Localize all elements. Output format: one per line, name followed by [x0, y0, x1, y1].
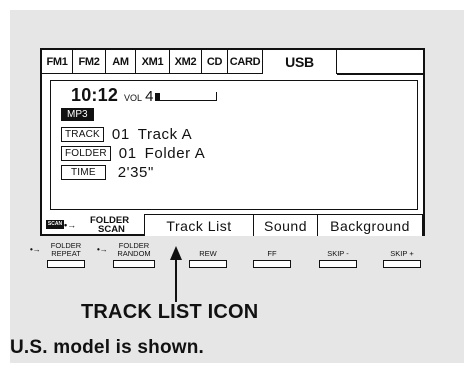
time-line: TIME 2'35": [61, 164, 154, 181]
rew-key: [189, 260, 227, 268]
clock: 10:12: [71, 85, 119, 105]
track-number: 01: [111, 126, 130, 143]
tab-xm2[interactable]: XM2: [170, 50, 202, 74]
tab-xm1[interactable]: XM1: [136, 50, 170, 74]
volume-bar: [155, 92, 218, 101]
tab-fm2[interactable]: FM2: [73, 50, 106, 74]
folder-random-label2: RANDOM: [117, 249, 151, 258]
tab-fm1[interactable]: FM1: [42, 50, 73, 74]
volume-bar-base: [155, 99, 218, 101]
folder-line: FOLDER 01 Folder A: [61, 145, 205, 162]
format-badge: MP3: [61, 108, 94, 121]
skip-minus-key: [319, 260, 357, 268]
folder-number: 01: [118, 145, 137, 162]
audio-display-screen: FM1 FM2 AM XM1 XM2 CD CARD USB 10:12 VOL…: [40, 48, 425, 236]
now-playing-panel: 10:12 VOL 4 MP3 TRACK 01 Track A FOLDER …: [50, 80, 418, 210]
skip-plus-button[interactable]: SKIP +: [382, 250, 422, 268]
elapsed-time: 2'35": [117, 164, 154, 181]
ff-key: [253, 260, 291, 268]
softkey-row: SCAN •→ FOLDER SCAN Track List Sound Bac…: [42, 214, 423, 236]
folder-tag: FOLDER: [61, 146, 111, 161]
hardkey-row: •→ FOLDER REPEAT •→ FOLDER RANDOM REW FF…: [30, 242, 430, 268]
skip-minus-label: SKIP -: [327, 249, 349, 258]
skip-plus-label: SKIP +: [390, 249, 414, 258]
folder-repeat-label2: REPEAT: [51, 249, 81, 258]
folder-random-button[interactable]: FOLDER RANDOM: [112, 242, 156, 268]
folder-random-key: [113, 260, 155, 268]
volume-label: VOL: [124, 93, 143, 103]
rew-button[interactable]: REW: [188, 250, 228, 268]
sound-button[interactable]: Sound: [254, 214, 318, 236]
volume-value: 4: [145, 88, 154, 105]
folder-title: Folder A: [144, 145, 206, 162]
tab-cd[interactable]: CD: [202, 50, 228, 74]
ff-button[interactable]: FF: [252, 250, 292, 268]
scan-arrow-icon: •→: [64, 220, 77, 230]
model-note: U.S. model is shown.: [10, 337, 205, 358]
repeat-arrow-icon: •→: [30, 245, 41, 254]
track-list-button[interactable]: Track List: [144, 214, 254, 236]
callout-pointer-line: [175, 250, 177, 302]
source-tabs: FM1 FM2 AM XM1 XM2 CD CARD USB: [42, 50, 337, 74]
rew-label: REW: [199, 249, 217, 258]
scan-icon: SCAN: [46, 220, 64, 229]
status-row: 10:12 VOL 4: [71, 85, 218, 106]
tab-usb[interactable]: USB: [263, 50, 337, 74]
track-tag: TRACK: [61, 127, 104, 142]
track-title: Track A: [137, 126, 193, 143]
random-arrow-icon: •→: [97, 245, 108, 254]
time-tag: TIME: [61, 165, 106, 180]
folder-repeat-key: [47, 260, 85, 268]
volume-bar-end: [215, 92, 218, 101]
skip-minus-button[interactable]: SKIP -: [318, 250, 358, 268]
tab-am[interactable]: AM: [106, 50, 136, 74]
folder-repeat-button[interactable]: FOLDER REPEAT: [46, 242, 86, 268]
background-button[interactable]: Background: [318, 214, 423, 236]
scan-label-line2: SCAN: [98, 224, 125, 235]
folder-scan-indicator: SCAN •→ FOLDER SCAN: [42, 214, 144, 236]
tab-baseline: [337, 73, 423, 75]
tab-card[interactable]: CARD: [228, 50, 263, 74]
ff-label: FF: [267, 249, 277, 258]
track-line: TRACK 01 Track A: [61, 126, 192, 143]
skip-plus-key: [383, 260, 421, 268]
track-list-icon-callout: TRACK LIST ICON: [81, 301, 259, 323]
